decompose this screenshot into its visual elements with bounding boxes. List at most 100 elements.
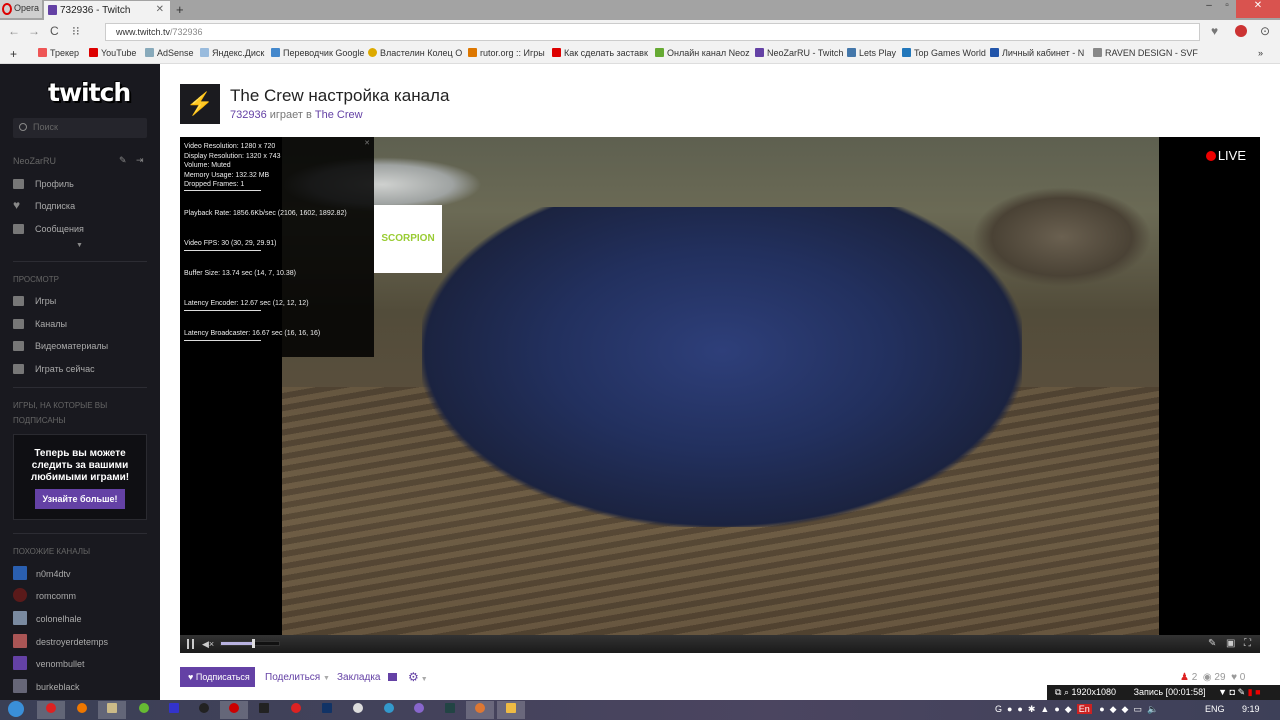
bookmark[interactable]: Трекер — [38, 48, 79, 58]
start-button[interactable] — [2, 701, 30, 719]
image-app-taskbar-icon[interactable] — [497, 701, 525, 719]
minimize-button[interactable]: – — [1200, 0, 1218, 18]
share-button[interactable]: Поделиться ▼ — [265, 672, 330, 683]
taskbar: G●●✱▲●◆ En ●◆◆▭🔈 ENG 9:19 — [0, 700, 1280, 720]
expand-chevron-icon[interactable]: ▼ — [76, 242, 83, 249]
gear-icon[interactable]: ⚙ ▼ — [408, 670, 428, 684]
app-taskbar-icon[interactable] — [190, 701, 218, 719]
webcam-taskbar-icon[interactable] — [344, 701, 372, 719]
clock[interactable]: 9:19 — [1242, 704, 1260, 714]
forward-icon[interactable]: → — [28, 24, 40, 38]
bookmark[interactable]: Top Games World — [902, 48, 986, 58]
divider — [13, 533, 147, 534]
bookmark[interactable]: Яндекс.Диск — [200, 48, 264, 58]
disc-taskbar-icon[interactable] — [375, 701, 403, 719]
channel-user-link[interactable]: 732936 — [230, 109, 267, 121]
close-window-button[interactable]: ✕ — [1236, 0, 1280, 18]
popout-icon[interactable]: ▣ — [1226, 638, 1235, 649]
reload-icon[interactable]: C — [50, 24, 59, 38]
play-now-icon — [13, 364, 24, 374]
username[interactable]: NeoZarRU — [13, 156, 56, 166]
bookmark-button[interactable]: Закладка — [337, 672, 380, 683]
save-taskbar-icon[interactable] — [160, 701, 188, 719]
settings-wrench-icon[interactable]: ✎ — [1208, 638, 1216, 649]
orange-app-taskbar-icon[interactable] — [466, 701, 494, 719]
viewers-count: 29 — [1214, 672, 1226, 683]
red-app-taskbar-icon[interactable] — [282, 701, 310, 719]
pause-button[interactable] — [187, 639, 194, 649]
bookmark[interactable]: Как сделать заставк — [552, 48, 648, 58]
opera-taskbar-icon[interactable] — [37, 701, 65, 719]
bookmark[interactable]: RAVEN DESIGN - SVF — [1093, 48, 1198, 58]
recorder-status: Запись [00:01:58] — [1133, 687, 1206, 697]
language-indicator[interactable]: ENG — [1205, 704, 1225, 714]
search-input[interactable]: Поиск — [13, 118, 147, 138]
video-player[interactable]: SCORPION ✕ Video Resolution: 1280 x 720 … — [180, 137, 1260, 653]
chat-taskbar-icon[interactable] — [313, 701, 341, 719]
followers-icon: ♟ — [1180, 672, 1189, 683]
gamepad-icon — [13, 296, 24, 306]
twitch-logo[interactable]: twitch — [48, 78, 131, 107]
hearts-count: 0 — [1239, 672, 1246, 683]
speed-dial-icon[interactable]: ⁝⁝ — [72, 24, 80, 38]
heart-icon[interactable]: ♥ — [1211, 24, 1218, 38]
tray-icons[interactable]: G●●✱▲●◆ En ●◆◆▭🔈 — [995, 704, 1163, 715]
bookmark[interactable]: Властелин Колец О — [368, 48, 462, 58]
follow-button[interactable]: ♥ Подписаться — [180, 667, 255, 687]
extension-icon[interactable] — [1235, 25, 1247, 37]
browser-tab[interactable]: 732936 - Twitch ✕ — [44, 1, 170, 20]
dropdown-icon[interactable]: ▼ — [1218, 687, 1227, 697]
more-bookmarks-button[interactable]: » — [1258, 48, 1263, 58]
learn-more-button[interactable]: Узнайте больше! — [35, 489, 125, 509]
bookmark[interactable]: YouTube — [89, 48, 136, 58]
bookmark[interactable]: Личный кабинет - N — [990, 48, 1084, 58]
heart-icon: ♥ — [13, 198, 21, 212]
add-bookmark-icon[interactable]: + — [10, 47, 17, 61]
bookmark[interactable]: Переводчик Google — [271, 48, 364, 58]
bookmark[interactable]: Lets Play — [847, 48, 896, 58]
close-tab-icon[interactable]: ✕ — [156, 4, 164, 15]
firefox-taskbar-icon[interactable] — [68, 701, 96, 719]
logout-icon[interactable]: ⇥ — [136, 155, 144, 166]
bookmark[interactable]: Онлайн канал Neoz — [655, 48, 750, 58]
video-car — [422, 207, 1022, 527]
url-input[interactable]: www.twitch.tv/732936 — [105, 23, 1200, 41]
camera-icon[interactable]: ◘ — [1230, 687, 1235, 697]
user-icon — [13, 179, 24, 189]
utorrent-taskbar-icon[interactable] — [130, 701, 158, 719]
terminal-taskbar-icon[interactable] — [250, 701, 278, 719]
divider — [13, 387, 147, 388]
avatar — [13, 566, 27, 580]
stop-record-icon[interactable]: ■ — [1255, 687, 1260, 697]
follow-games-promo: Теперь вы можете следить за вашими любим… — [13, 434, 147, 520]
divider — [13, 261, 147, 262]
recorder-resolution: 1920x1080 — [1071, 687, 1117, 697]
download-icon[interactable]: ⊙ — [1260, 24, 1270, 38]
window-taskbar-icon[interactable] — [436, 701, 464, 719]
bookmark[interactable]: AdSense — [145, 48, 194, 58]
purple-app-taskbar-icon[interactable] — [405, 701, 433, 719]
explorer-taskbar-icon[interactable] — [98, 701, 126, 719]
bookmark[interactable]: NeoZarRU - Twitch — [755, 48, 843, 58]
back-icon[interactable]: ← — [8, 24, 20, 38]
pen-icon[interactable]: ✎ — [1238, 687, 1246, 697]
bookmark[interactable]: rutor.org :: Игры — [468, 48, 545, 58]
mute-icon[interactable]: ◀× — [202, 639, 214, 649]
channel-title: The Crew настройка канала — [230, 86, 450, 105]
fullscreen-icon[interactable]: ⛶ — [1244, 638, 1251, 649]
new-tab-button[interactable]: + — [176, 2, 184, 17]
close-stats-icon[interactable]: ✕ — [364, 139, 370, 149]
game-link[interactable]: The Crew — [315, 109, 363, 121]
avatar — [13, 634, 27, 648]
channel-subtitle: 732936 играет в The Crew — [230, 109, 363, 121]
settings-wrench-icon[interactable]: ✎ — [119, 155, 127, 166]
theater-mode-icon[interactable] — [388, 673, 397, 681]
volume-slider[interactable] — [220, 639, 280, 648]
record-taskbar-icon[interactable] — [220, 701, 248, 719]
channel-avatar[interactable]: ⚡ — [180, 84, 220, 124]
maximize-button[interactable]: ▫ — [1218, 0, 1236, 18]
opera-menu-button[interactable]: Opera — [0, 0, 42, 18]
avatar — [13, 656, 27, 670]
pause-record-icon[interactable]: ▮ — [1248, 687, 1253, 697]
similar-channels-header: ПОХОЖИЕ КАНАЛЫ — [13, 547, 91, 556]
